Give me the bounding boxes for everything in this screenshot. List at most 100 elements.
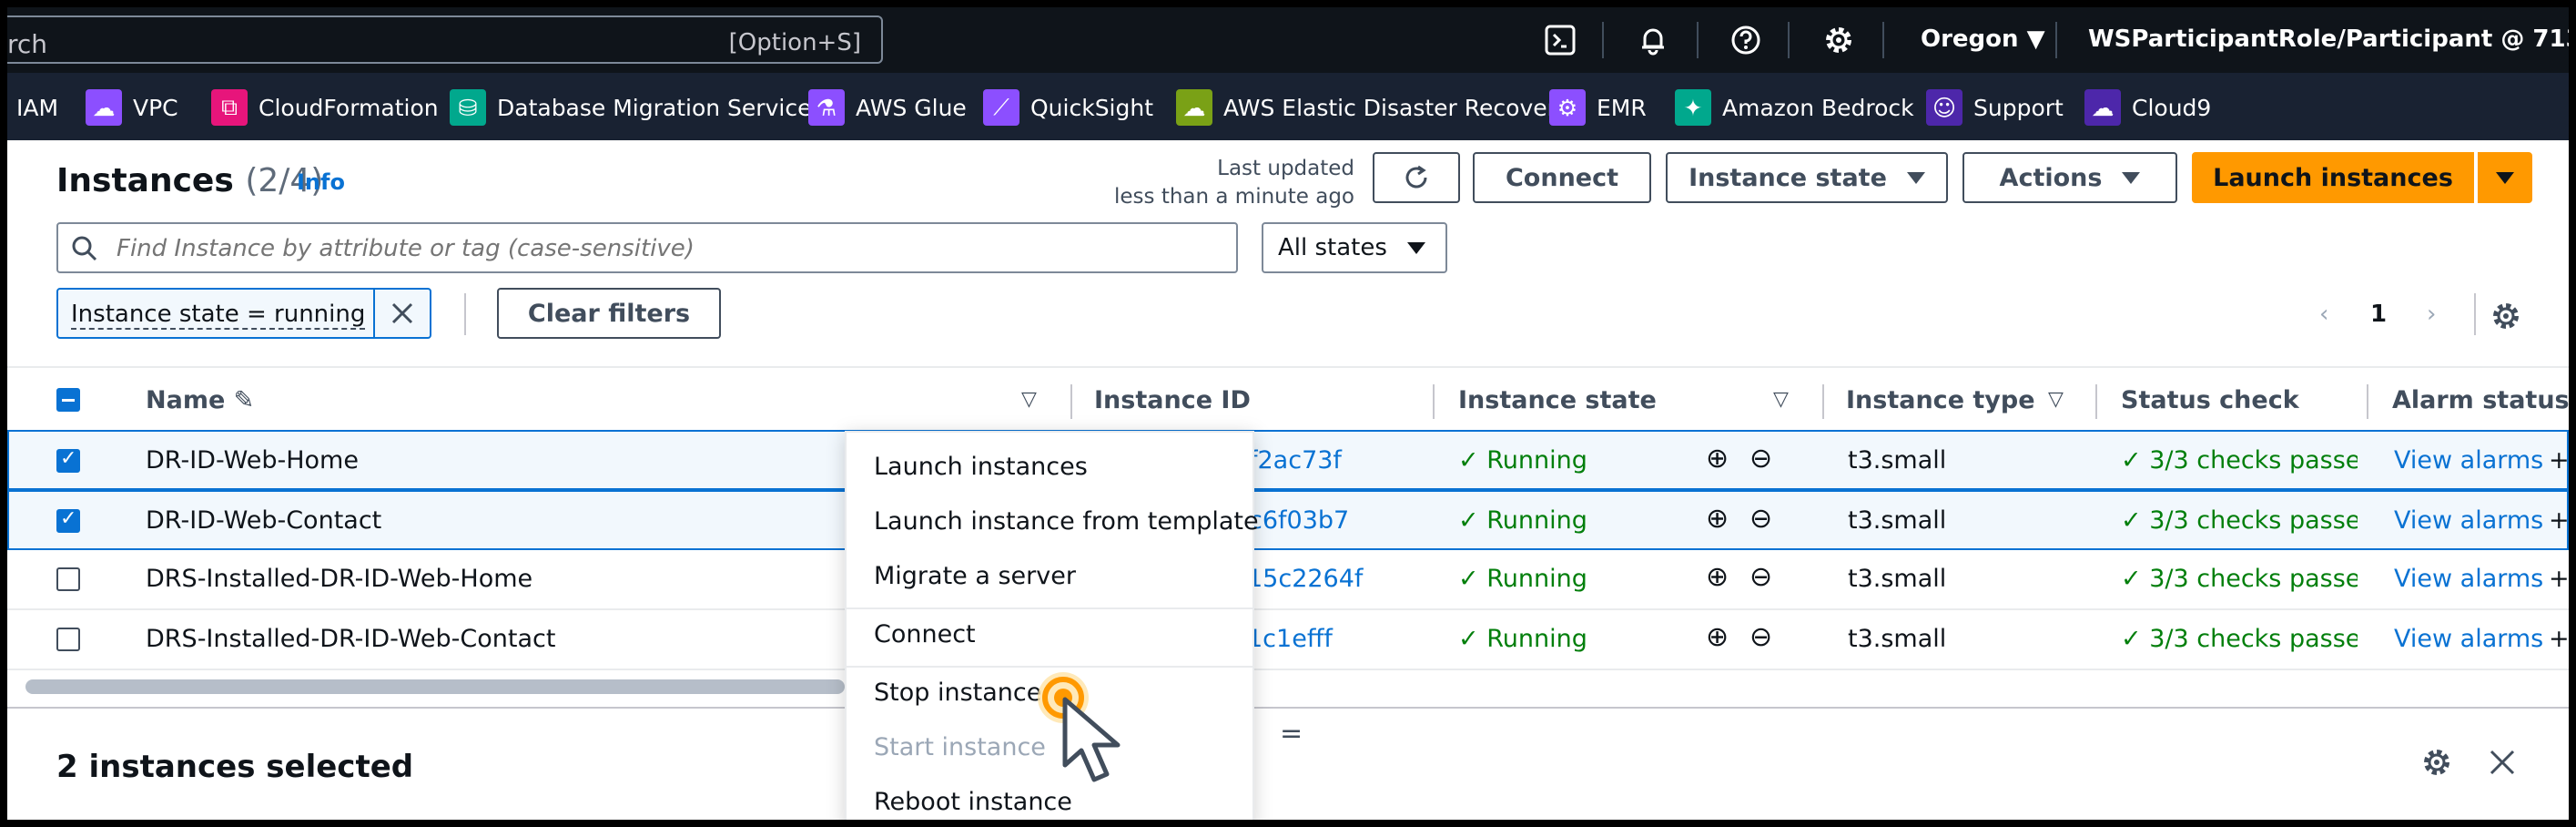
refresh-button[interactable]: [1373, 152, 1460, 203]
region-selector[interactable]: Oregon ▼: [1921, 26, 2045, 53]
menu-item-launch-instances[interactable]: Launch instances: [874, 453, 1088, 481]
global-search-box[interactable]: rch [Option+S]: [7, 15, 883, 64]
caret-down-icon: [1906, 171, 1925, 184]
last-updated-label: Last updated: [1217, 157, 1354, 180]
favorite-iam[interactable]: IAM: [16, 91, 58, 124]
instance-id-link[interactable]: f2ac73f: [1249, 446, 1342, 475]
row-checkbox[interactable]: ✓: [56, 447, 80, 473]
next-page-icon[interactable]: ›: [2427, 301, 2436, 328]
refresh-icon: [1405, 165, 1427, 189]
add-alarm-icon[interactable]: +: [2549, 446, 2569, 475]
launch-dropdown-button[interactable]: [2478, 152, 2532, 203]
states-select-value: All states: [1278, 234, 1387, 261]
add-alarm-icon[interactable]: +: [2549, 506, 2569, 535]
menu-item-connect[interactable]: Connect: [874, 620, 976, 648]
view-alarms-link[interactable]: View alarms: [2394, 565, 2543, 593]
zoom-in-icon[interactable]: ⊕: [1706, 561, 1729, 593]
add-alarm-icon[interactable]: +: [2549, 565, 2569, 593]
sort-caret-icon[interactable]: ▽: [1021, 388, 1037, 411]
instance-state-running: ✓ Running: [1458, 565, 1587, 593]
sort-caret-icon[interactable]: ▽: [1773, 388, 1789, 411]
menu-item-stop-instance[interactable]: Stop instance: [874, 679, 1041, 707]
table-row[interactable]: ✓ DR-ID-Web-Home f2ac73f ✓ Running ⊕ ⊖ t…: [7, 430, 2569, 490]
status-check: ✓ 3/3 checks passec: [2121, 565, 2358, 593]
column-header-instance-id[interactable]: Instance ID: [1094, 386, 1251, 414]
zoom-out-icon[interactable]: ⊖: [1749, 561, 1772, 593]
account-menu[interactable]: WSParticipantRole/Participant @ 7139-909…: [2088, 26, 2569, 53]
status-check: ✓ 3/3 checks passec: [2121, 625, 2358, 653]
prev-page-icon[interactable]: ‹: [2319, 301, 2328, 328]
column-header-alarm-status[interactable]: Alarm status: [2392, 386, 2569, 414]
instance-search[interactable]: [56, 222, 1238, 273]
menu-item-start-instance[interactable]: Start instance: [874, 733, 1046, 761]
view-alarms-link[interactable]: View alarms: [2394, 625, 2543, 653]
favorite-drs[interactable]: ☁ AWS Elastic Disaster Recovery: [1176, 89, 1570, 126]
instance-id-link[interactable]: c6f03b7: [1249, 506, 1349, 535]
zoom-in-icon[interactable]: ⊕: [1706, 443, 1729, 475]
instance-id-link[interactable]: 15c2264f: [1247, 565, 1363, 593]
column-header-status-check[interactable]: Status check: [2121, 386, 2299, 414]
column-header-instance-state[interactable]: Instance state: [1458, 386, 1657, 414]
sort-caret-icon[interactable]: ▽: [2048, 388, 2064, 411]
resize-handle-icon[interactable]: =: [1280, 718, 1303, 750]
menu-item-migrate-server[interactable]: Migrate a server: [874, 562, 1076, 590]
glue-service-icon: ⚗: [808, 89, 845, 126]
favorite-cloudformation[interactable]: ⧉ CloudFormation: [211, 89, 439, 126]
instance-state-label: Running: [1486, 625, 1587, 653]
add-alarm-icon[interactable]: +: [2549, 625, 2569, 653]
favorite-bedrock[interactable]: ✦ Amazon Bedrock: [1675, 89, 1914, 126]
instance-state-label: Running: [1486, 506, 1587, 535]
launch-instances-button[interactable]: Launch instances: [2192, 152, 2474, 203]
instance-state-button[interactable]: Instance state: [1666, 152, 1948, 203]
favorite-dms[interactable]: ⛁ Database Migration Service: [450, 89, 811, 126]
notifications-bell-icon[interactable]: [1637, 24, 1669, 56]
info-link[interactable]: Info: [297, 169, 345, 195]
favorite-glue[interactable]: ⚗ AWS Glue: [808, 89, 967, 126]
check-circle-icon: ✓: [2121, 565, 2142, 593]
horizontal-scrollbar[interactable]: [25, 679, 845, 694]
table-row[interactable]: ✓ DR-ID-Web-Contact c6f03b7 ✓ Running ⊕ …: [7, 490, 2569, 550]
clear-filters-button[interactable]: Clear filters: [497, 288, 721, 339]
instance-state-running: ✓ Running: [1458, 506, 1587, 535]
favorite-emr[interactable]: ⚙ EMR: [1549, 89, 1647, 126]
zoom-in-icon[interactable]: ⊕: [1706, 621, 1729, 653]
zoom-out-icon[interactable]: ⊖: [1749, 443, 1772, 475]
favorite-quicksight[interactable]: ⟋ QuickSight: [983, 89, 1153, 126]
panel-preferences-gear-icon[interactable]: [2421, 747, 2452, 778]
view-alarms-link[interactable]: View alarms: [2394, 446, 2543, 475]
actions-button[interactable]: Actions: [1962, 152, 2177, 203]
zoom-out-icon[interactable]: ⊖: [1749, 503, 1772, 535]
settings-gear-icon[interactable]: [1822, 24, 1855, 56]
search-input[interactable]: [115, 231, 1211, 266]
favorite-support[interactable]: ☺ Support: [1926, 89, 2064, 126]
browser-frame: rch [Option+S] Oregon ▼ WSParticipantRol…: [7, 7, 2569, 820]
page-number[interactable]: 1: [2370, 301, 2387, 328]
filter-token[interactable]: Instance state = running: [56, 288, 431, 339]
close-panel-icon[interactable]: [2489, 749, 2516, 776]
favorite-cloud9[interactable]: ☁ Cloud9: [2084, 89, 2211, 126]
table-preferences-gear-icon[interactable]: [2490, 301, 2521, 332]
column-header-name[interactable]: Name ✎: [146, 386, 254, 414]
last-updated: Last updated less than a minute ago: [1054, 155, 1354, 211]
cloudshell-icon[interactable]: [1544, 24, 1577, 56]
column-header-instance-type[interactable]: Instance type: [1846, 386, 2035, 414]
top-navigation-bar: rch [Option+S] Oregon ▼ WSParticipantRol…: [7, 7, 2569, 73]
table-row[interactable]: DRS-Installed-DR-ID-Web-Home 15c2264f ✓ …: [7, 550, 2569, 610]
favorite-label: AWS Glue: [856, 94, 967, 121]
select-all-checkbox[interactable]: [56, 388, 80, 412]
favorite-vpc[interactable]: ☁ VPC: [86, 89, 178, 126]
view-alarms-link[interactable]: View alarms: [2394, 506, 2543, 535]
help-icon[interactable]: [1729, 24, 1762, 56]
row-checkbox[interactable]: [56, 567, 80, 591]
row-checkbox[interactable]: ✓: [56, 507, 80, 533]
table-row[interactable]: DRS-Installed-DR-ID-Web-Contact 1c1efff …: [7, 610, 2569, 670]
remove-filter-button[interactable]: [373, 290, 430, 337]
instance-id-link[interactable]: 1c1efff: [1247, 625, 1333, 653]
zoom-out-icon[interactable]: ⊖: [1749, 621, 1772, 653]
row-checkbox[interactable]: [56, 628, 80, 651]
status-check: ✓ 3/3 checks passec: [2121, 506, 2358, 535]
states-select[interactable]: All states: [1262, 222, 1447, 273]
menu-item-launch-from-template[interactable]: Launch instance from template: [874, 507, 1259, 536]
zoom-in-icon[interactable]: ⊕: [1706, 503, 1729, 535]
connect-button[interactable]: Connect: [1473, 152, 1651, 203]
